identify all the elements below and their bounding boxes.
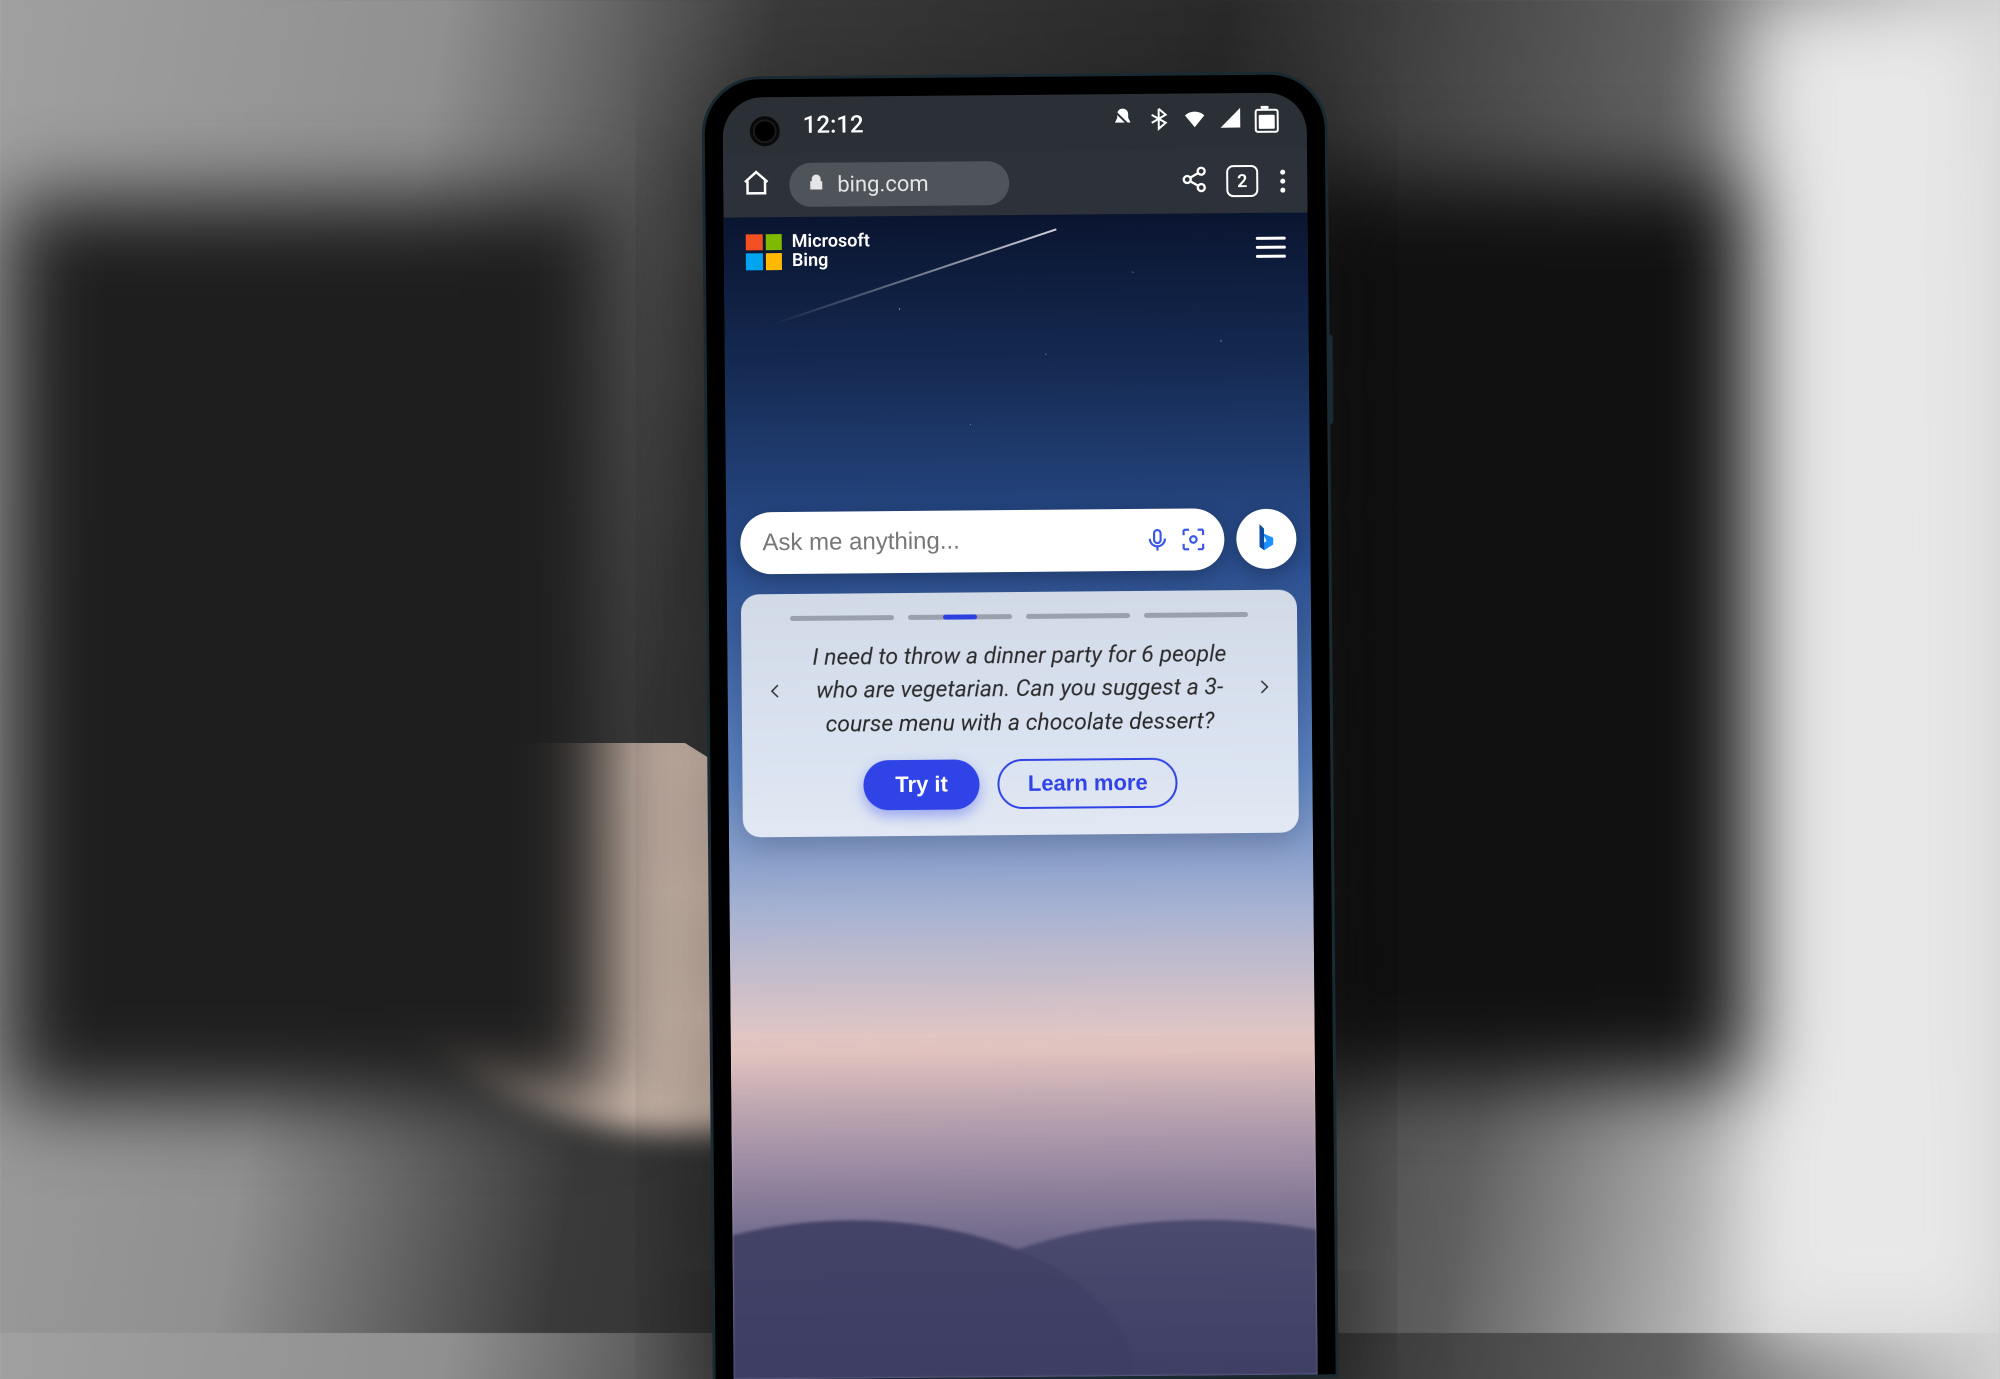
share-button[interactable] bbox=[1180, 165, 1208, 197]
wallpaper-mountains bbox=[729, 886, 1317, 1379]
status-time: 12:12 bbox=[803, 110, 864, 139]
camera-punch-hole bbox=[753, 119, 777, 143]
search-row bbox=[740, 507, 1297, 574]
search-input[interactable] bbox=[762, 525, 1136, 556]
voice-search-icon[interactable] bbox=[1142, 524, 1172, 554]
chat-promo-card: I need to throw a dinner party for 6 peo… bbox=[741, 589, 1299, 837]
microsoft-bing-logo[interactable]: Microsoft Bing bbox=[746, 232, 870, 271]
carousel-prev-button[interactable] bbox=[760, 675, 792, 707]
browser-toolbar: bing.com 2 bbox=[723, 148, 1308, 217]
url-text: bing.com bbox=[837, 171, 929, 197]
android-status-bar: 12:12 bbox=[722, 92, 1306, 153]
battery-icon bbox=[1255, 108, 1279, 132]
page-header: Microsoft Bing bbox=[724, 212, 1309, 287]
wifi-icon bbox=[1183, 106, 1207, 136]
status-icons bbox=[1111, 105, 1279, 136]
carousel-next-button[interactable] bbox=[1248, 670, 1280, 702]
hamburger-menu-button[interactable] bbox=[1256, 237, 1286, 258]
bluetooth-icon bbox=[1147, 106, 1171, 136]
image-search-icon[interactable] bbox=[1178, 524, 1208, 554]
try-it-button[interactable]: Try it bbox=[863, 759, 980, 810]
search-box[interactable] bbox=[740, 508, 1225, 574]
tab-count: 2 bbox=[1237, 170, 1247, 191]
bing-b-icon bbox=[1252, 521, 1280, 555]
microsoft-logo-icon bbox=[746, 233, 782, 269]
mute-icon bbox=[1111, 106, 1135, 136]
url-bar[interactable]: bing.com bbox=[789, 161, 1009, 207]
bing-chat-button[interactable] bbox=[1236, 508, 1297, 569]
tab-switcher[interactable]: 2 bbox=[1226, 164, 1258, 196]
lock-icon bbox=[807, 172, 825, 197]
promo-sample-prompt: I need to throw a dinner party for 6 peo… bbox=[799, 637, 1240, 741]
cell-signal-icon bbox=[1219, 106, 1243, 136]
bing-homepage: Microsoft Bing bbox=[724, 212, 1318, 1379]
logo-text: Microsoft Bing bbox=[792, 232, 870, 270]
carousel-indicator[interactable] bbox=[790, 612, 1248, 621]
phone-frame: 12:12 bbox=[704, 74, 1335, 1379]
home-button[interactable] bbox=[741, 168, 771, 202]
phone-screen: 12:12 bbox=[722, 92, 1317, 1379]
learn-more-button[interactable]: Learn more bbox=[998, 757, 1178, 809]
overflow-menu-button[interactable] bbox=[1276, 165, 1289, 196]
